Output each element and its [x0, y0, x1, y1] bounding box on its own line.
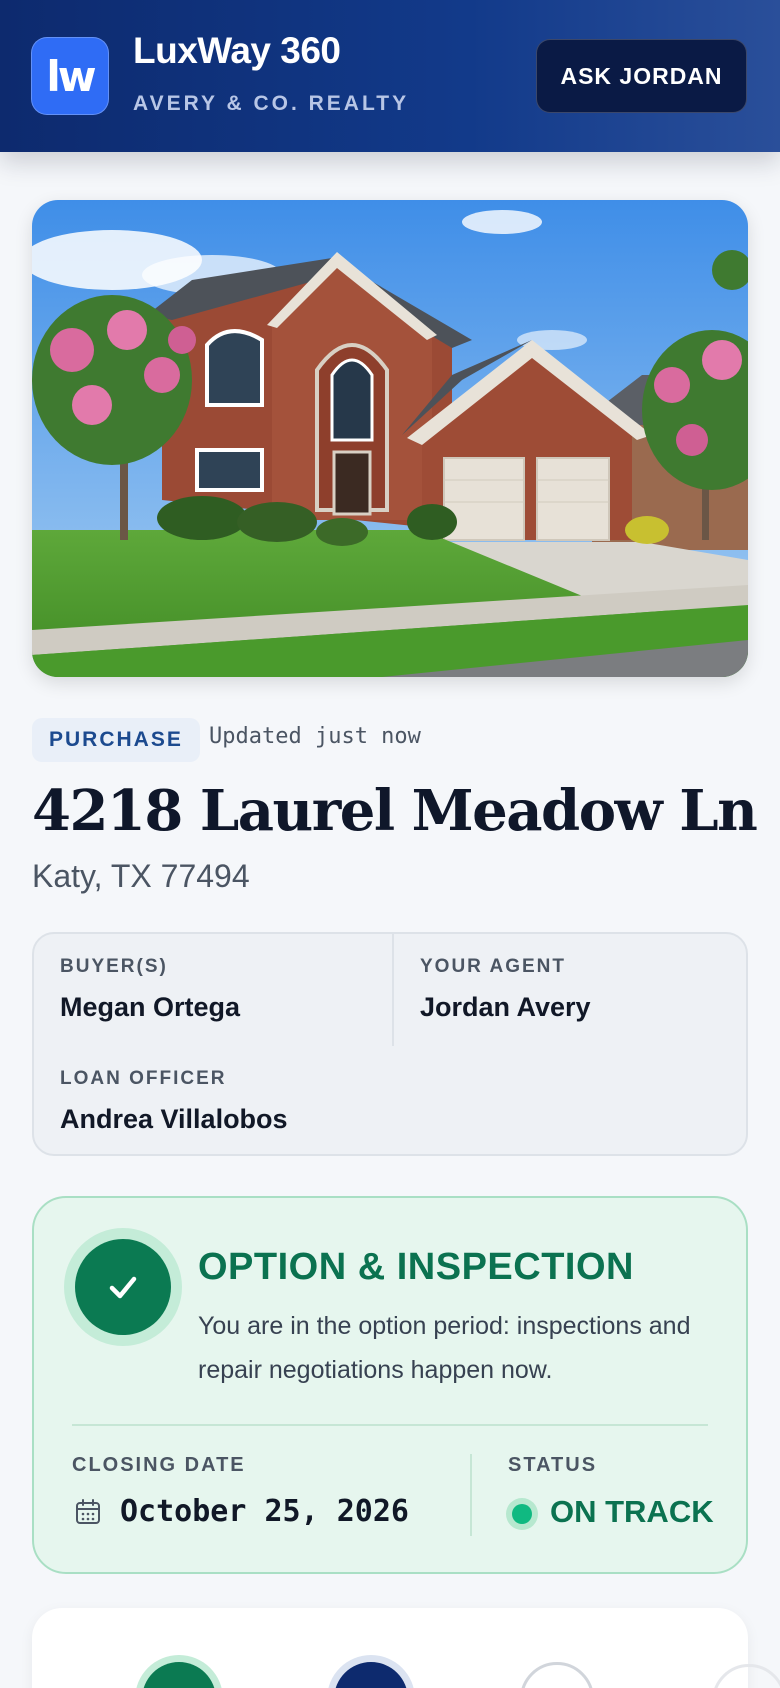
ask-agent-button[interactable]: ASK JORDAN: [536, 39, 747, 113]
logo-text: lw: [46, 51, 96, 101]
progress-steps-card: [32, 1608, 780, 1688]
app-header: lw LuxWay 360 AVERY & CO. REALTY ASK JOR…: [0, 0, 780, 152]
agent-label: YOUR AGENT: [420, 956, 566, 977]
last-updated-text: Updated just now: [209, 724, 421, 749]
people-divider: [392, 934, 394, 1046]
property-photo[interactable]: [32, 200, 748, 677]
closing-date-value: October 25, 2026: [120, 1494, 409, 1529]
transaction-people-card: BUYER(S) Megan Ortega YOUR AGENT Jordan …: [32, 932, 748, 1156]
phase-check-badge: [64, 1228, 182, 1346]
transaction-type-badge: PURCHASE: [32, 718, 200, 762]
closing-date-label: CLOSING DATE: [72, 1454, 246, 1476]
status-dot-icon: [506, 1498, 538, 1530]
app-title: LuxWay 360: [133, 30, 341, 71]
phase-description: You are in the option period: inspection…: [198, 1312, 691, 1384]
company-name: AVERY & CO. REALTY: [133, 92, 410, 115]
app-logo[interactable]: lw: [31, 37, 109, 115]
step-upcoming-next[interactable]: [712, 1664, 780, 1688]
loan-officer-label: LOAN OFFICER: [60, 1068, 227, 1089]
phase-title: OPTION & INSPECTION: [198, 1246, 634, 1288]
status-label: STATUS: [508, 1454, 598, 1476]
buyer-name: Megan Ortega: [60, 992, 241, 1022]
property-city: Katy, TX 77494: [32, 858, 250, 894]
property-address: 4218 Laurel Meadow Ln: [32, 778, 758, 844]
agent-name[interactable]: Jordan Avery: [420, 992, 591, 1023]
step-current[interactable]: [334, 1662, 408, 1688]
current-phase-card: OPTION & INSPECTION You are in the optio…: [32, 1196, 748, 1574]
house-image: [32, 200, 748, 677]
buyer-label: BUYER(S): [60, 956, 168, 977]
step-completed[interactable]: [142, 1662, 216, 1688]
phase-divider: [72, 1424, 708, 1426]
check-icon: [109, 1276, 137, 1299]
status-value: ON TRACK: [550, 1494, 714, 1529]
loan-officer-name[interactable]: Andrea Villalobos: [60, 1104, 288, 1135]
phase-divider-vertical: [470, 1454, 472, 1536]
step-upcoming[interactable]: [520, 1662, 594, 1688]
calendar-icon: [76, 1499, 100, 1524]
